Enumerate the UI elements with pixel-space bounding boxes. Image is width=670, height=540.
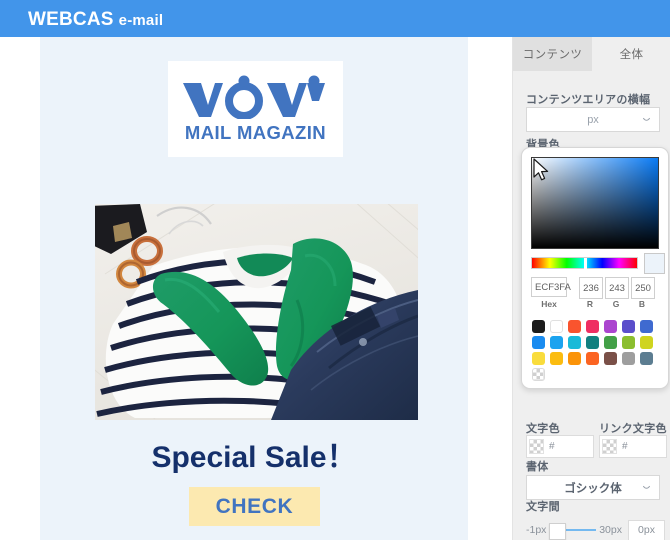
kerning-max-label: 30px xyxy=(599,524,622,536)
kerning-slider-thumb[interactable] xyxy=(549,523,567,540)
email-canvas[interactable]: MAIL MAGAZIN Special Sale！ CHECK xyxy=(40,37,468,540)
transparent-color-swatch[interactable] xyxy=(532,368,545,381)
color-swatch[interactable] xyxy=(532,352,545,365)
hue-slider-thumb[interactable] xyxy=(584,258,587,270)
brand-primary: WEBCAS xyxy=(28,9,114,30)
text-color-field[interactable]: # xyxy=(526,435,594,458)
kerning-label: 文字間 xyxy=(526,501,560,513)
color-swatch-row xyxy=(532,352,660,365)
email-headline[interactable]: Special Sale！ xyxy=(40,432,468,476)
kerning-value[interactable]: 0px xyxy=(628,519,665,540)
color-swatch[interactable] xyxy=(568,352,581,365)
link-color-swatch-icon[interactable] xyxy=(602,439,617,454)
email-photo[interactable] xyxy=(95,204,418,420)
hex-input-value: ECF3FA xyxy=(535,281,571,293)
wow-wordmark xyxy=(181,75,331,119)
color-swatch[interactable] xyxy=(640,336,653,349)
color-swatch[interactable] xyxy=(622,352,635,365)
color-swatch[interactable] xyxy=(568,320,581,333)
wow-logo-icon xyxy=(182,75,325,119)
brand-secondary: e-mail xyxy=(118,12,164,29)
hex-input[interactable]: ECF3FA xyxy=(531,277,571,297)
tab-overall[interactable]: 全体 xyxy=(592,37,670,71)
color-swatch[interactable] xyxy=(604,352,617,365)
red-label: R xyxy=(586,299,594,309)
email-logo-block[interactable]: MAIL MAGAZIN xyxy=(168,61,343,157)
color-swatch[interactable] xyxy=(532,320,545,333)
settings-tabs: コンテンツ 全体 xyxy=(513,37,670,71)
color-picker-popup[interactable]: ECF3FA 236 243 250 Hex R G B xyxy=(521,147,669,389)
link-color-value: # xyxy=(622,441,628,452)
color-swatch[interactable] xyxy=(640,352,653,365)
link-color-label: リンク文字色 xyxy=(599,423,667,435)
color-swatch[interactable] xyxy=(550,352,563,365)
color-swatch[interactable] xyxy=(640,320,653,333)
content-width-select[interactable]: px xyxy=(526,107,660,132)
color-swatch[interactable] xyxy=(586,320,599,333)
content-width-label: コンテンツエリアの横幅 xyxy=(526,94,651,106)
chevron-down-icon xyxy=(642,115,651,124)
check-button-label: CHECK xyxy=(215,494,294,518)
text-color-value: # xyxy=(549,441,555,452)
color-swatch[interactable] xyxy=(568,336,581,349)
color-swatch-grid xyxy=(532,320,660,384)
color-swatch-row xyxy=(532,336,660,349)
font-value: ゴシック体 xyxy=(564,482,622,495)
top-bar: WEBCAS e-mail xyxy=(0,0,670,37)
content-width-value: px xyxy=(587,113,599,126)
green-input[interactable]: 243 xyxy=(605,277,629,299)
canvas-right-margin xyxy=(468,37,512,540)
text-color-swatch-icon[interactable] xyxy=(529,439,544,454)
color-value-inputs: ECF3FA 236 243 250 Hex R G B xyxy=(531,277,661,313)
settings-panel: コンテンツ 全体 コンテンツエリアの横幅 px 背景色 文字色 リンク文字色 #… xyxy=(512,37,670,540)
check-button[interactable]: CHECK xyxy=(189,487,320,526)
mail-magazin-text: MAIL MAGAZIN xyxy=(184,121,327,143)
color-swatch[interactable] xyxy=(550,336,563,349)
red-input[interactable]: 236 xyxy=(579,277,603,299)
app-logo: WEBCAS e-mail xyxy=(28,9,163,31)
chevron-down-icon xyxy=(642,483,651,492)
app-window: WEBCAS e-mail MAIL MAGAZIN Special Sale！… xyxy=(0,0,670,540)
color-swatch-row xyxy=(532,320,660,333)
font-select[interactable]: ゴシック体 xyxy=(526,475,660,500)
text-color-label: 文字色 xyxy=(526,423,560,435)
green-label: G xyxy=(612,299,620,309)
kerning-min-label: -1px xyxy=(526,524,547,536)
color-swatch[interactable] xyxy=(550,320,563,333)
blue-input[interactable]: 250 xyxy=(631,277,655,299)
color-swatch[interactable] xyxy=(604,320,617,333)
color-preview-swatch xyxy=(644,253,665,274)
color-swatch[interactable] xyxy=(604,336,617,349)
hex-label: Hex xyxy=(541,299,557,309)
hue-slider[interactable] xyxy=(531,257,638,270)
editor-canvas-area: MAIL MAGAZIN Special Sale！ CHECK xyxy=(0,37,512,540)
color-swatch[interactable] xyxy=(622,336,635,349)
flatlay-photo-illustration xyxy=(95,204,418,420)
color-swatch[interactable] xyxy=(586,352,599,365)
kerning-slider-row: -1px 30px 0px xyxy=(526,519,665,540)
color-swatch[interactable] xyxy=(586,336,599,349)
color-swatch-row xyxy=(532,368,660,381)
link-color-field[interactable]: # xyxy=(599,435,667,458)
blue-label: B xyxy=(638,299,646,309)
font-label: 書体 xyxy=(526,461,549,473)
tab-contents[interactable]: コンテンツ xyxy=(513,37,592,71)
saturation-value-area[interactable] xyxy=(531,157,659,249)
color-swatch[interactable] xyxy=(622,320,635,333)
color-swatch[interactable] xyxy=(532,336,545,349)
kerning-slider[interactable] xyxy=(549,522,597,540)
